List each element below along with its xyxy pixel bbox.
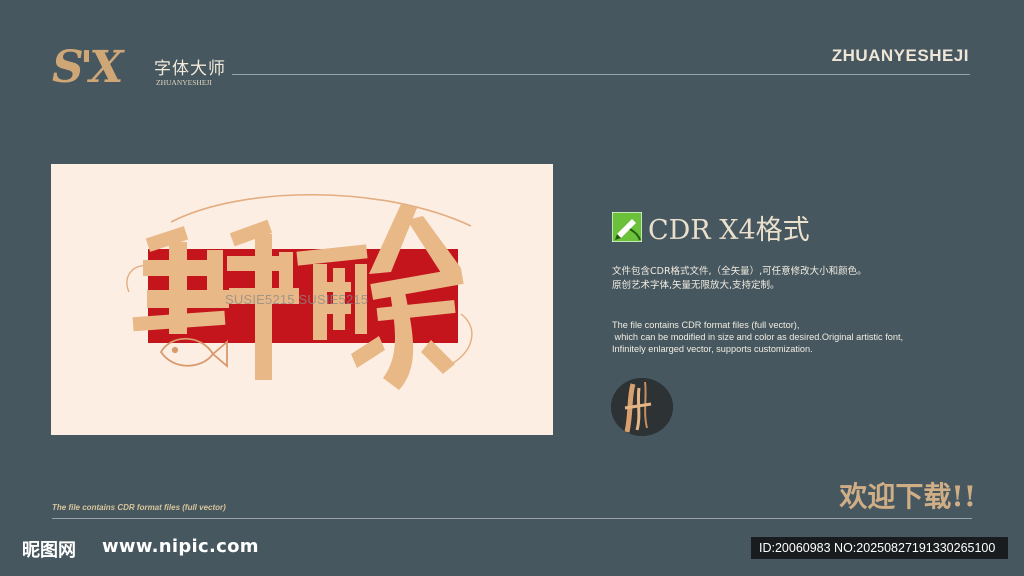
image-id-badge: ID:20060983 NO:20250827191330265100 xyxy=(751,537,1008,559)
download-welcome-text: 欢迎下载!! xyxy=(839,480,976,513)
description-chinese-line-1: 文件包含CDR格式文件,（全矢量）,可任意修改大小和颜色。 xyxy=(612,266,867,277)
header-divider xyxy=(232,74,970,75)
page: S'X 字体大师 ZHUANYESHEJI ZHUANYESHEJI SUSIE… xyxy=(0,0,1024,576)
logo-brand-mark: S'X xyxy=(52,42,123,93)
bottom-english-note: The file contains CDR format files (full… xyxy=(52,503,226,512)
description-chinese-line-2: 原创艺术字体,矢量无限放大,支持定制。 xyxy=(612,280,780,291)
bottom-divider xyxy=(52,518,972,519)
description-english: The file contains CDR format files (full… xyxy=(612,319,903,355)
description-english-line-1: The file contains CDR format files (full… xyxy=(612,320,800,330)
brush-stroke-preview xyxy=(611,378,673,436)
site-name-chinese[interactable]: 昵图网 xyxy=(22,536,76,562)
artwork-watermark: SUSIE5215 SUSIE5215 xyxy=(225,292,369,307)
description-english-line-2: which can be modified in size and color … xyxy=(612,332,904,342)
description-chinese: 文件包含CDR格式文件,（全矢量）,可任意修改大小和颜色。 原创艺术字体,矢量无… xyxy=(612,265,867,293)
glyph-nian-1 xyxy=(132,226,229,334)
logo-chinese-name: 字体大师 xyxy=(154,59,226,79)
brand-logo[interactable]: S'X 字体大师 ZHUANYESHEJI xyxy=(52,40,242,100)
brush-thumbnail[interactable] xyxy=(611,378,673,436)
logo-english-name: ZHUANYESHEJI xyxy=(156,78,212,87)
format-title: CDR X4格式 xyxy=(648,215,810,246)
header-right-label: ZHUANYESHEJI xyxy=(831,46,969,65)
corel-draw-icon xyxy=(611,211,643,243)
site-url-link[interactable]: www.nipic.com xyxy=(102,536,259,557)
artwork-preview[interactable]: SUSIE5215 SUSIE5215 xyxy=(51,164,553,435)
description-english-line-3: Infinitely enlarged vector, supports cus… xyxy=(612,344,813,354)
